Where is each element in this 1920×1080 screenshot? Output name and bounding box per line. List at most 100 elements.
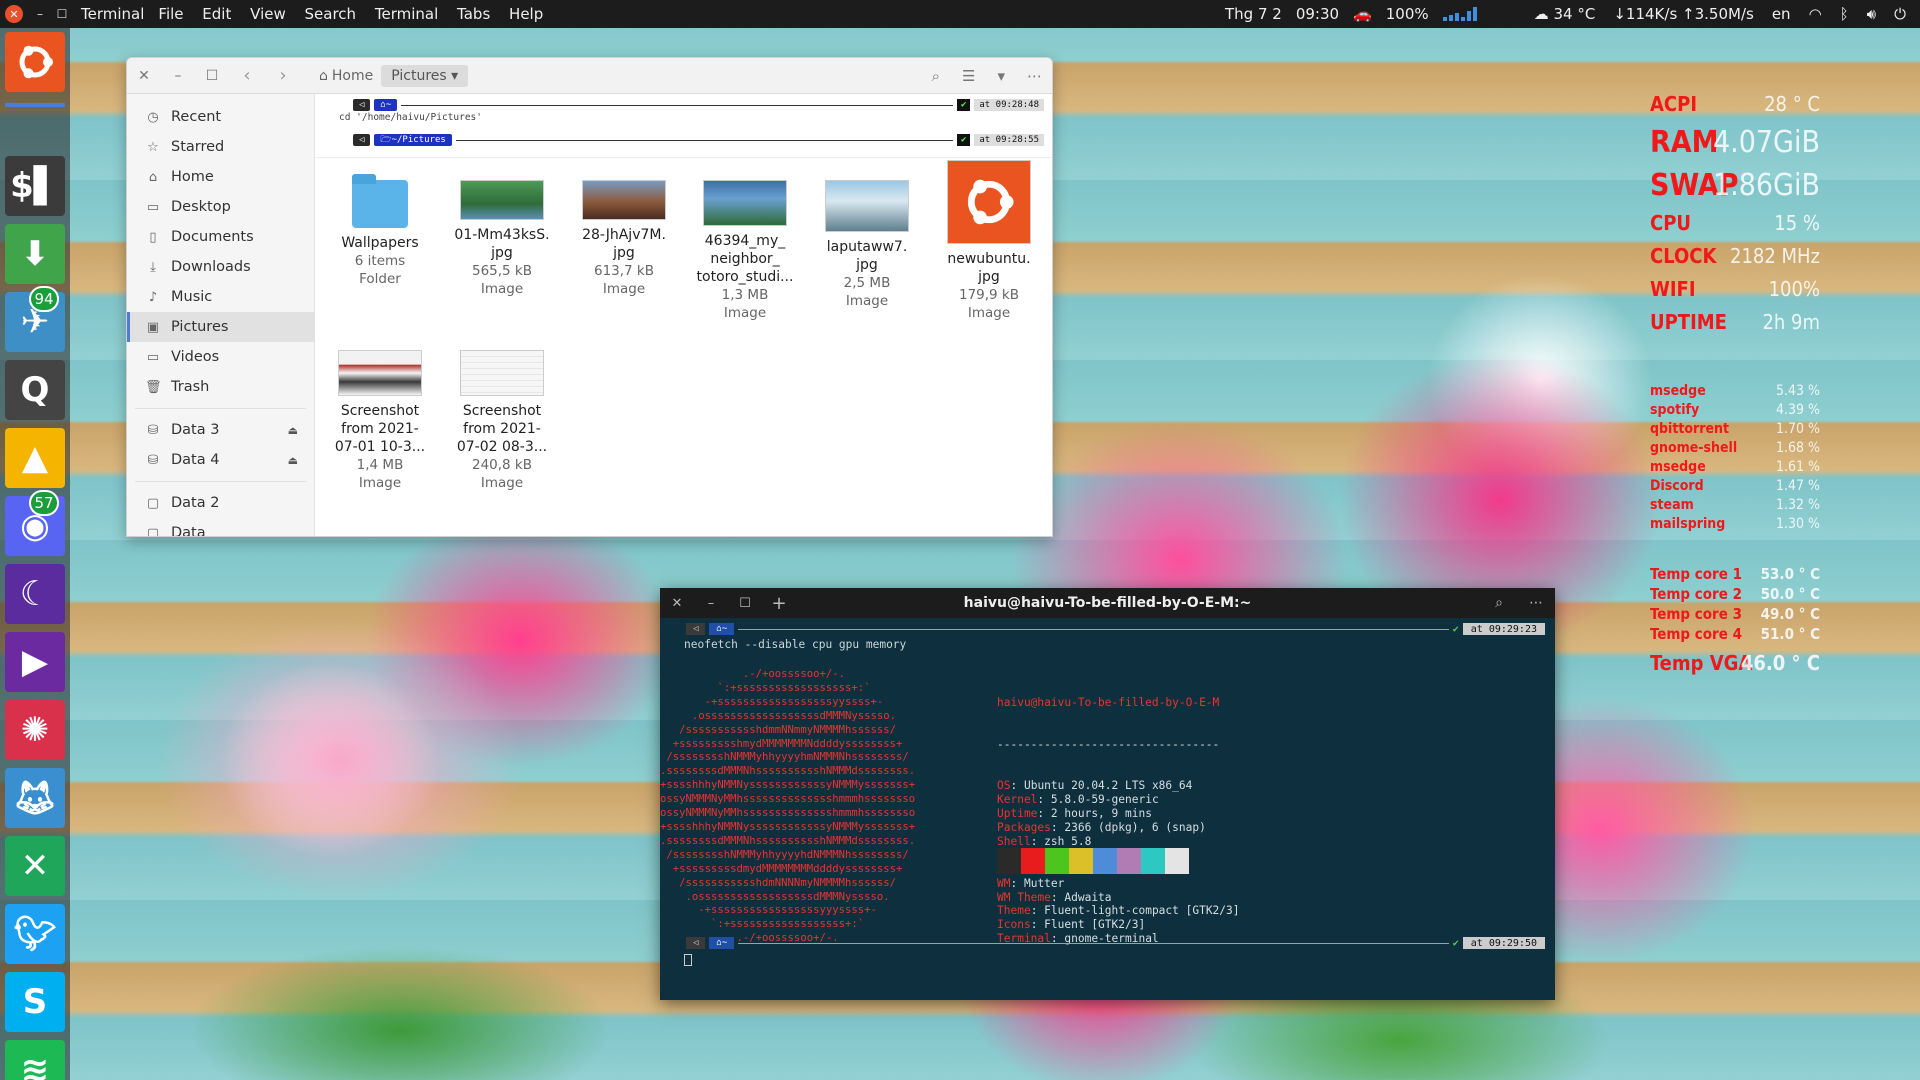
sidebar-item-data-3[interactable]: ⛁ Data 3 ⏏ <box>127 415 314 445</box>
system-info: haivu@haivu-To-be-filled-by-O-E-M ------… <box>997 668 1240 974</box>
ubuntu-software-icon[interactable] <box>5 32 65 92</box>
update-manager-icon[interactable]: ⬇ <box>5 224 65 284</box>
sidebar-item-starred[interactable]: ☆ Starred <box>127 132 314 162</box>
sidebar-item-trash[interactable]: 🗑︎ Trash <box>127 372 314 402</box>
menu-dots-icon[interactable]: ⋯ <box>1529 595 1543 611</box>
info-row: Packages: 2366 (dpkg), 6 (snap) <box>997 821 1240 835</box>
menu-dots-icon[interactable]: ⋯ <box>1027 67 1042 85</box>
terminal-icon[interactable]: $▌ <box>5 156 65 216</box>
file-item-image[interactable]: 28-JhAjv7M. jpg 613,7 kB Image <box>574 180 674 298</box>
stat-row: SWAP 1.86GiB <box>1650 168 1820 211</box>
sidebar-divider <box>135 408 306 409</box>
file-type: Image <box>845 293 889 309</box>
sidebar-item-videos[interactable]: ▭ Videos <box>127 342 314 372</box>
view-options-icon[interactable]: ▾ <box>997 67 1005 85</box>
sidebar-item-data-4[interactable]: ⛁ Data 4 ⏏ <box>127 445 314 475</box>
sidebar-item-data-2[interactable]: ▢ Data 2 <box>127 488 314 518</box>
file-grid: Wallpapers 6 items Folder 01-Mm43ksS. jp… <box>315 160 1052 536</box>
dock: $▌ ⬇ ✈ 94 Q ▲ ◉ 57 ☾ ▶ ✺ 🦊︎ ✕ 🐦︎ S ≋ <box>0 28 70 1080</box>
media-player-icon[interactable]: ▶ <box>5 632 65 692</box>
file-manager-header: ✕ – ☐ ‹ › ⌂ Home Pictures ▾ ⌕ ☰ ▾ ⋯ <box>127 58 1052 94</box>
steam-icon[interactable]: ☾ <box>5 564 65 624</box>
network-speed[interactable]: ↓114K/s ↑3.50M/s <box>1613 5 1753 23</box>
terminal-titlebar[interactable]: haivu@haivu-To-be-filled-by-O-E-M:~ ✕ – … <box>660 588 1555 618</box>
active-app-name[interactable]: Terminal <box>81 5 144 23</box>
menu-file[interactable]: File <box>158 5 183 23</box>
minimize-window-button[interactable]: – <box>29 3 51 25</box>
menu-tabs[interactable]: Tabs <box>457 5 490 23</box>
list-view-icon[interactable]: ☰ <box>962 67 975 85</box>
sidebar-item-recent[interactable]: ◷ Recent <box>127 102 314 132</box>
maximize-window-button[interactable]: ☐ <box>51 3 73 25</box>
google-drive-icon[interactable]: ▲ <box>5 428 65 488</box>
menu-terminal[interactable]: Terminal <box>375 5 438 23</box>
breadcrumb-current[interactable]: Pictures ▾ <box>381 64 469 87</box>
back-icon[interactable]: ‹ <box>229 65 265 86</box>
close-icon[interactable]: ✕ <box>127 68 161 84</box>
file-item-image[interactable]: newubuntu. jpg 179,9 kB Image <box>939 160 1039 322</box>
weather-indicator[interactable]: ☁ 34 °C <box>1534 5 1596 23</box>
keyboard-layout[interactable]: en <box>1772 5 1791 23</box>
twitter-icon[interactable]: 🐦︎ <box>5 904 65 964</box>
sidebar-item-music[interactable]: ♪ Music <box>127 282 314 312</box>
terminal-body[interactable]: ◁ ⌂ ~ ✔ at 09:29:23 neofetch --disable c… <box>660 618 1555 1000</box>
tor-browser-icon[interactable]: ✺ <box>5 700 65 760</box>
ubuntu-ascii-logo: .-/+oossssoo+/-. `:+ssssssssssssssssss+:… <box>660 668 916 945</box>
eject-icon[interactable]: ⏏ <box>288 424 298 437</box>
sidebar-item-downloads[interactable]: ⤓ Downloads <box>127 252 314 282</box>
sidebar-item-data[interactable]: ▢ Data <box>127 518 314 536</box>
telegram-icon[interactable]: ✈ 94 <box>5 286 65 352</box>
color-swatch <box>1069 848 1093 874</box>
clock-area[interactable]: Thg 7 2 09:30 🚗 100% <box>1225 5 1477 23</box>
new-tab-icon[interactable]: + <box>762 593 796 614</box>
file-item-image[interactable]: 46394_my_ neighbor_ totoro_studi... 1,3 … <box>695 180 795 322</box>
file-item-wallpapers[interactable]: Wallpapers 6 items Folder <box>330 174 430 288</box>
file-item-image[interactable]: laputaww7. jpg 2,5 MB Image <box>817 180 917 310</box>
magnifier-icon[interactable]: Q <box>5 360 65 420</box>
sidebar-item-documents[interactable]: ▯ Documents <box>127 222 314 252</box>
search-icon[interactable]: ⌕ <box>932 67 940 85</box>
volume-icon[interactable]: 🔊︎ <box>1867 5 1876 23</box>
minimize-icon[interactable]: – <box>694 596 728 611</box>
discord-icon[interactable]: ◉ 57 <box>5 490 65 556</box>
maximize-icon[interactable]: ☐ <box>195 68 229 84</box>
menu-edit[interactable]: Edit <box>202 5 231 23</box>
menu-help[interactable]: Help <box>509 5 543 23</box>
video-icon: ▭ <box>146 349 160 365</box>
close-icon[interactable]: ✕ <box>660 596 694 611</box>
sidebar-item-desktop[interactable]: ▭ Desktop <box>127 192 314 222</box>
info-value: Fluent-light-compact [GTK2/3] <box>1044 904 1240 918</box>
spotify-icon[interactable]: ≋ <box>5 1040 65 1080</box>
sidebar-item-pictures[interactable]: ▣ Pictures <box>127 312 314 342</box>
wifi-icon[interactable]: ◠ <box>1809 5 1822 23</box>
sidebar-item-home[interactable]: ⌂ Home <box>127 162 314 192</box>
breadcrumb-current-label: Pictures <box>391 67 447 84</box>
crossover-icon[interactable]: ✕ <box>5 836 65 896</box>
close-window-button[interactable]: ✕ <box>5 5 23 23</box>
embedded-terminal[interactable]: ◁ ⌂ ~ ✔ at 09:28:48 cd '/home/haivu/Pict… <box>315 94 1052 158</box>
file-item-screenshot[interactable]: Screenshot from 2021- 07-01 10-3... 1,4 … <box>330 350 430 492</box>
breadcrumb-home[interactable]: ⌂ Home <box>319 68 373 84</box>
info-value: zsh 5.8 <box>1044 834 1092 848</box>
forward-icon[interactable]: › <box>265 65 301 86</box>
picture-icon: ▣ <box>146 319 160 335</box>
file-item-image[interactable]: 01-Mm43ksS. jpg 565,5 kB Image <box>452 180 552 298</box>
vga-temp-label: Temp VGA <box>1650 651 1753 675</box>
skype-icon[interactable]: S <box>5 972 65 1032</box>
eject-icon[interactable]: ⏏ <box>288 454 298 467</box>
prompt-path: 🗁 ~/Pictures <box>374 134 452 146</box>
maximize-icon[interactable]: ☐ <box>728 596 762 611</box>
menu-view[interactable]: View <box>250 5 286 23</box>
power-icon[interactable]: ⏻ <box>1894 5 1906 23</box>
gimp-icon[interactable]: 🦊︎ <box>5 768 65 828</box>
info-row: Kernel: 5.8.0-59-generic <box>997 793 1240 807</box>
bluetooth-icon[interactable]: ᛒ <box>1840 5 1849 23</box>
minimize-icon[interactable]: – <box>161 68 195 84</box>
menu-search[interactable]: Search <box>305 5 357 23</box>
network-graph-icon <box>1442 7 1477 21</box>
search-icon[interactable]: ⌕ <box>1495 595 1503 611</box>
stat-row: RAM 4.07GiB <box>1650 125 1820 168</box>
sidebar-item-label: Data 3 <box>171 422 220 438</box>
file-item-screenshot[interactable]: Screenshot from 2021- 07-02 08-3... 240,… <box>452 350 552 492</box>
file-name: 01-Mm43ksS. jpg <box>454 227 550 261</box>
